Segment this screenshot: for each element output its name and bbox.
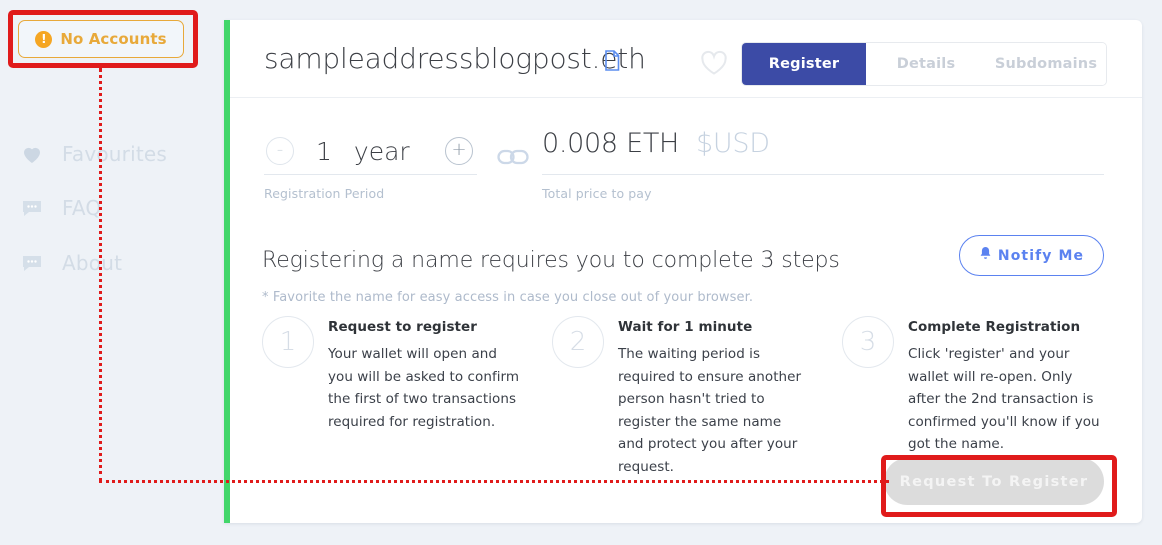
- chat-bubble-icon: [20, 251, 44, 275]
- total-price-field: 0.008 ETH $USD Total price to pay: [542, 128, 1104, 201]
- increment-period-button[interactable]: +: [445, 137, 473, 165]
- tab-register[interactable]: Register: [742, 43, 866, 85]
- step-description: Your wallet will open and you will be as…: [328, 346, 520, 430]
- account-status-label: No Accounts: [60, 30, 167, 48]
- account-status-badge[interactable]: ! No Accounts: [18, 20, 184, 58]
- price-eth-value: 0.008 ETH: [542, 128, 680, 159]
- step-title: Wait for 1 minute: [618, 319, 753, 335]
- heart-icon: [20, 142, 44, 166]
- request-to-register-button[interactable]: Request To Register: [884, 458, 1104, 505]
- minus-icon: -: [276, 139, 284, 160]
- favorite-heart-icon[interactable]: [700, 50, 728, 80]
- domain-registration-card: sampleaddressblogpost.eth Register Detai…: [224, 20, 1142, 523]
- step-title: Complete Registration: [908, 319, 1081, 335]
- notify-me-button[interactable]: Notify Me: [959, 235, 1104, 276]
- sidebar-item-label: Favourites: [62, 142, 168, 166]
- alert-circle-icon: !: [35, 30, 53, 48]
- card-tabs: Register Details Subdomains: [741, 42, 1107, 86]
- sidebar-item-faq[interactable]: FAQ: [20, 194, 101, 222]
- sidebar: ! No Accounts Favourites FAQ About: [0, 0, 212, 545]
- document-copy-icon[interactable]: [603, 50, 621, 75]
- registration-period-value: 1: [316, 136, 332, 166]
- decrement-period-button[interactable]: -: [266, 137, 294, 165]
- step-number: 3: [842, 316, 894, 368]
- registration-step: 1 Request to register Your wallet will o…: [262, 316, 522, 433]
- chat-bubble-icon: [20, 196, 44, 220]
- page-title: sampleaddressblogpost.eth: [264, 42, 646, 75]
- step-description: Click 'register' and your wallet will re…: [908, 346, 1100, 452]
- registration-period-field: - 1 year + Registration Period: [264, 128, 477, 201]
- bell-icon: [979, 246, 992, 265]
- step-number: 1: [262, 316, 314, 368]
- price-usd-value[interactable]: $USD: [696, 128, 770, 159]
- step-description: The waiting period is required to ensure…: [618, 346, 802, 475]
- tab-subdomains[interactable]: Subdomains: [986, 43, 1106, 85]
- price-line: 0.008 ETH $USD: [542, 128, 1104, 175]
- sidebar-item-about[interactable]: About: [20, 249, 122, 277]
- total-price-caption: Total price to pay: [542, 186, 652, 201]
- tab-details[interactable]: Details: [866, 43, 986, 85]
- chain-link-icon[interactable]: [497, 147, 529, 171]
- steps-note: * Favorite the name for easy access in c…: [262, 290, 754, 305]
- registration-step: 2 Wait for 1 minute The waiting period i…: [552, 316, 812, 478]
- registration-period-unit: year: [353, 136, 410, 166]
- notify-me-label: Notify Me: [997, 247, 1085, 264]
- registration-period-stepper: - 1 year +: [264, 128, 477, 175]
- steps-heading: Registering a name requires you to compl…: [262, 248, 840, 273]
- plus-icon: +: [451, 139, 467, 160]
- step-title: Request to register: [328, 319, 477, 335]
- registration-period-caption: Registration Period: [264, 186, 385, 201]
- card-header: sampleaddressblogpost.eth Register Detai…: [230, 20, 1142, 98]
- sidebar-item-label: FAQ: [62, 196, 102, 220]
- sidebar-item-favourites[interactable]: Favourites: [20, 140, 167, 168]
- registration-step: 3 Complete Registration Click 'register'…: [842, 316, 1102, 456]
- sidebar-item-label: About: [62, 251, 123, 275]
- step-number: 2: [552, 316, 604, 368]
